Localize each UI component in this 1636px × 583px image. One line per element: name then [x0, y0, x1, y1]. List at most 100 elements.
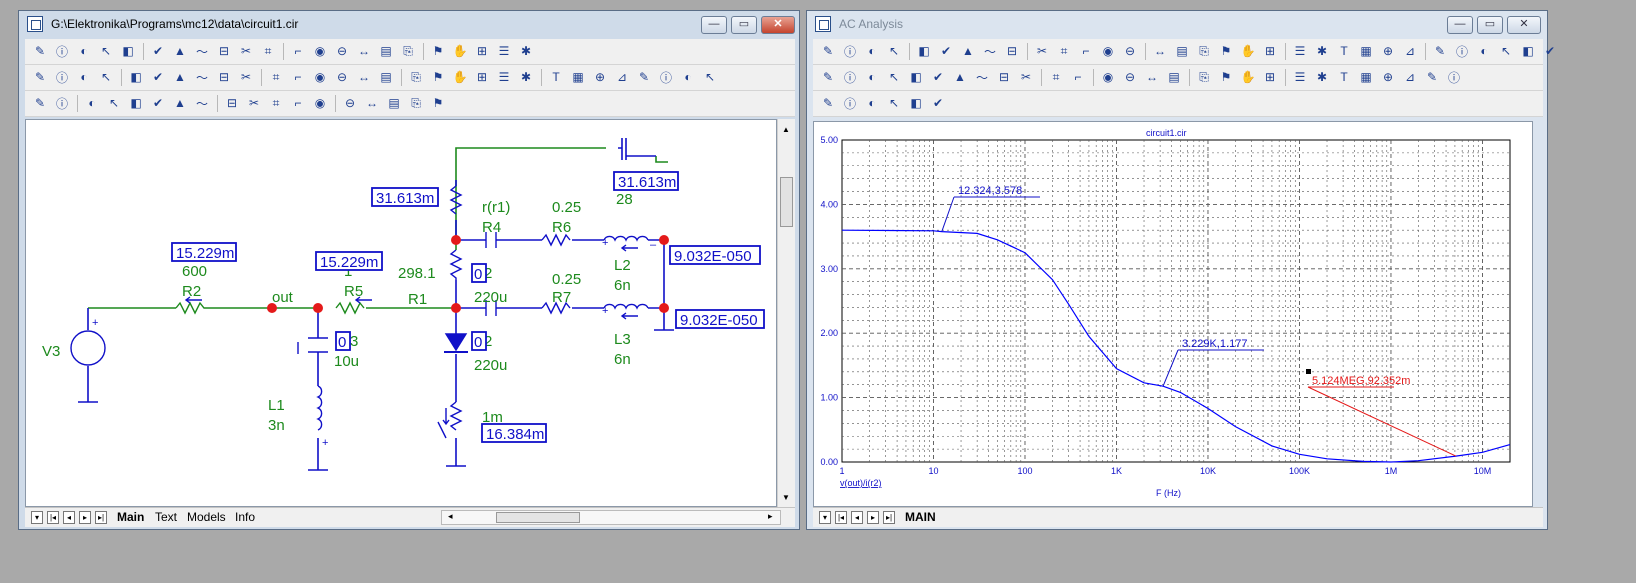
toolbar-button[interactable]: ↖: [97, 42, 115, 60]
toolbar-button[interactable]: ✂: [1033, 42, 1051, 60]
nav-last-button[interactable]: ▸|: [883, 511, 895, 524]
toolbar-button[interactable]: ⓘ: [1453, 42, 1471, 60]
toolbar-button[interactable]: ⓘ: [53, 42, 71, 60]
toolbar-button[interactable]: ⎘: [407, 68, 425, 86]
toolbar-button[interactable]: ⊖: [1121, 68, 1139, 86]
toolbar-button[interactable]: T: [547, 68, 565, 86]
toolbar-button[interactable]: ✎: [1423, 68, 1441, 86]
close-button[interactable]: ✕: [761, 16, 795, 34]
toolbar-button[interactable]: ⌐: [289, 94, 307, 112]
toolbar-button[interactable]: ✱: [1313, 42, 1331, 60]
tab-main[interactable]: MAIN: [905, 510, 936, 524]
toolbar-button[interactable]: ⎘: [399, 42, 417, 60]
toolbar-button[interactable]: ✂: [1017, 68, 1035, 86]
toolbar-button[interactable]: ⚑: [1217, 42, 1235, 60]
toolbar-button[interactable]: ▦: [569, 68, 587, 86]
toolbar-button[interactable]: ▲: [171, 42, 189, 60]
toolbar-button[interactable]: ◧: [1519, 42, 1537, 60]
toolbar-button[interactable]: ⓘ: [1445, 68, 1463, 86]
toolbar-button[interactable]: ⊟: [995, 68, 1013, 86]
toolbar-button[interactable]: ◧: [907, 94, 925, 112]
toolbar-button[interactable]: ◐: [83, 94, 101, 112]
toolbar-button[interactable]: ◐: [1475, 42, 1493, 60]
scroll-right-arrow[interactable]: ▸: [768, 511, 773, 522]
toolbar-button[interactable]: ✎: [1431, 42, 1449, 60]
toolbar-button[interactable]: 〜: [193, 94, 211, 112]
toolbar-button[interactable]: ⊕: [591, 68, 609, 86]
toolbar-button[interactable]: ↔: [355, 42, 373, 60]
toolbar-button[interactable]: ☰: [495, 68, 513, 86]
toolbar-button[interactable]: ▲: [959, 42, 977, 60]
toolbar-button[interactable]: ✱: [517, 42, 535, 60]
horizontal-scrollbar[interactable]: ◂ ▸: [441, 510, 781, 525]
toolbar-button[interactable]: ✱: [517, 68, 535, 86]
toolbar-button[interactable]: ⊿: [1401, 68, 1419, 86]
nav-prev-button[interactable]: ◂: [63, 511, 75, 524]
toolbar-button[interactable]: ⌐: [1077, 42, 1095, 60]
toolbar-button[interactable]: ⓘ: [53, 68, 71, 86]
plot-canvas[interactable]: 5.00 4.00 3.00 2.00 1.00 0.00 1 10 100 1K 10K 100K 1…: [813, 121, 1533, 507]
toolbar-button[interactable]: ⓘ: [657, 68, 675, 86]
toolbar-button[interactable]: ✋: [1239, 68, 1257, 86]
toolbar-button[interactable]: ▦: [1357, 42, 1375, 60]
toolbar-button[interactable]: ✋: [451, 42, 469, 60]
toolbar-button[interactable]: ✱: [1313, 68, 1331, 86]
toolbar-button[interactable]: ▲: [171, 94, 189, 112]
toolbar-button[interactable]: ◐: [863, 68, 881, 86]
toolbar-button[interactable]: ◉: [1099, 42, 1117, 60]
toolbar-button[interactable]: ◧: [915, 42, 933, 60]
schematic-window[interactable]: G:\Elektronika\Programs\mc12\data\circui…: [18, 10, 800, 530]
toolbar-button[interactable]: ✔: [1541, 42, 1559, 60]
nav-first-button[interactable]: |◂: [835, 511, 847, 524]
toolbar-button[interactable]: ⌐: [289, 68, 307, 86]
minimize-button[interactable]: —: [1447, 16, 1473, 34]
toolbar-button[interactable]: ✂: [245, 94, 263, 112]
nav-last-button[interactable]: ▸|: [95, 511, 107, 524]
toolbar-button[interactable]: ✔: [149, 42, 167, 60]
toolbar-button[interactable]: ✋: [451, 68, 469, 86]
toolbar-button[interactable]: ⌗: [267, 68, 285, 86]
toolbar-button[interactable]: ◐: [679, 68, 697, 86]
toolbar-button[interactable]: ◉: [311, 42, 329, 60]
toolbar-button[interactable]: ⌗: [267, 94, 285, 112]
toolbar-button[interactable]: ↖: [701, 68, 719, 86]
analysis-titlebar[interactable]: AC Analysis — ▭ ✕: [807, 11, 1547, 39]
nav-menu-button[interactable]: ▾: [31, 511, 43, 524]
toolbar-button[interactable]: T: [1335, 42, 1353, 60]
tab-main[interactable]: Main: [117, 510, 144, 524]
toolbar-button[interactable]: ✂: [237, 42, 255, 60]
toolbar-button[interactable]: ▲: [951, 68, 969, 86]
toolbar-button[interactable]: ◧: [127, 94, 145, 112]
toolbar-button[interactable]: ◉: [311, 94, 329, 112]
toolbar-button[interactable]: ↖: [885, 68, 903, 86]
scroll-left-arrow[interactable]: ◂: [448, 511, 453, 522]
toolbar-button[interactable]: ✔: [937, 42, 955, 60]
toolbar-button[interactable]: ⌗: [1055, 42, 1073, 60]
toolbar-button[interactable]: ⚑: [429, 68, 447, 86]
schematic-vertical-scrollbar[interactable]: ▲ ▼: [777, 119, 795, 507]
toolbar-button[interactable]: ⊟: [1003, 42, 1021, 60]
toolbar-button[interactable]: 〜: [973, 68, 991, 86]
toolbar-button[interactable]: ✋: [1239, 42, 1257, 60]
toolbar-button[interactable]: ◧: [119, 42, 137, 60]
toolbar-button[interactable]: ⊕: [1379, 68, 1397, 86]
toolbar-button[interactable]: ↖: [885, 42, 903, 60]
tab-text[interactable]: Text: [155, 510, 177, 524]
toolbar-button[interactable]: ◧: [907, 68, 925, 86]
toolbar-button[interactable]: ↔: [1143, 68, 1161, 86]
toolbar-button[interactable]: ⊟: [215, 42, 233, 60]
toolbar-button[interactable]: ⓘ: [841, 94, 859, 112]
toolbar-button[interactable]: ↖: [885, 94, 903, 112]
toolbar-button[interactable]: ⚑: [1217, 68, 1235, 86]
toolbar-button[interactable]: ☰: [495, 42, 513, 60]
toolbar-button[interactable]: ▤: [377, 68, 395, 86]
toolbar-button[interactable]: 〜: [193, 42, 211, 60]
nav-next-button[interactable]: ▸: [79, 511, 91, 524]
toolbar-button[interactable]: ✔: [929, 94, 947, 112]
toolbar-button[interactable]: ◉: [1099, 68, 1117, 86]
tab-info[interactable]: Info: [235, 510, 255, 524]
toolbar-button[interactable]: ↖: [1497, 42, 1515, 60]
toolbar-button[interactable]: ▦: [1357, 68, 1375, 86]
toolbar-button[interactable]: ✔: [149, 94, 167, 112]
h-scroll-thumb[interactable]: [496, 512, 580, 523]
